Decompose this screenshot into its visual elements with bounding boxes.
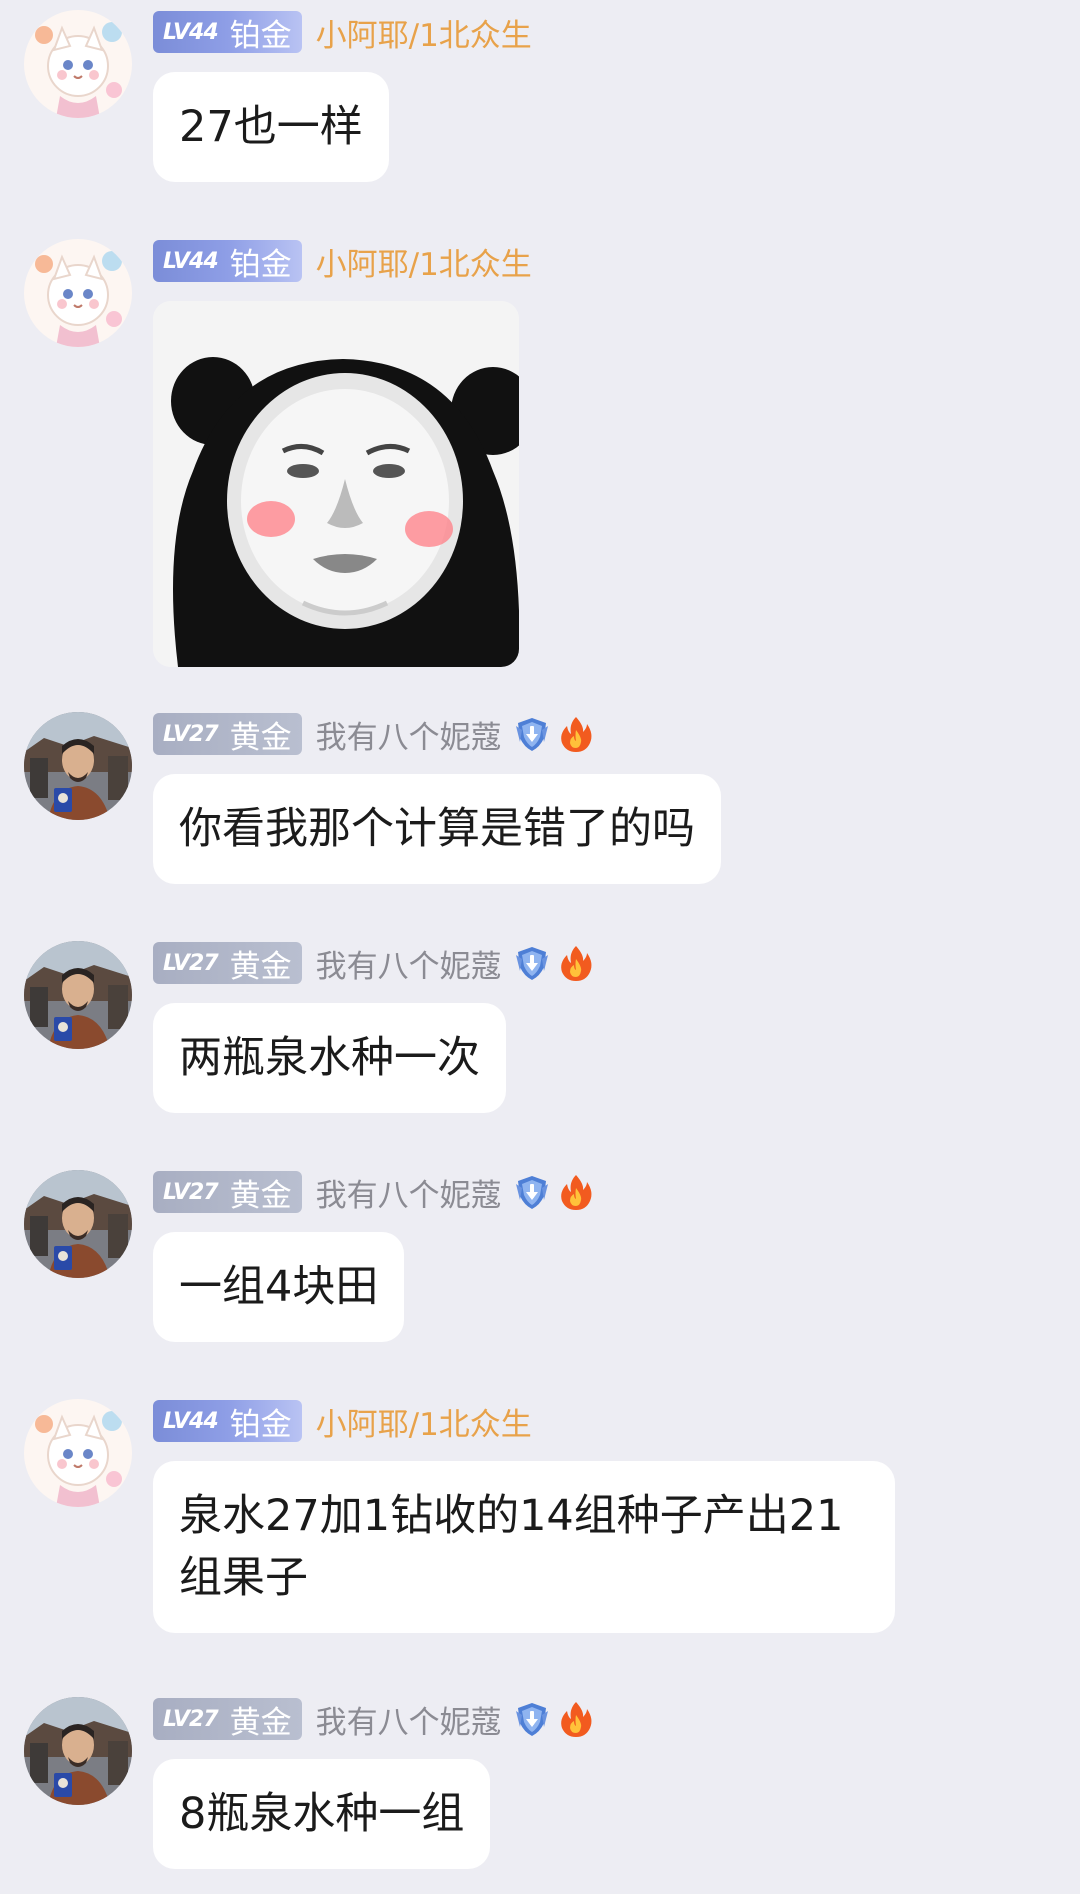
sender-info: LV44 铂金 小阿耶/1北众生	[153, 239, 532, 283]
rank-text: 黄金	[229, 1177, 292, 1214]
level-badge: LV27 黄金	[153, 1698, 302, 1741]
level-text: LV44	[163, 1408, 219, 1434]
man-portrait-avatar-icon	[24, 1697, 132, 1805]
rank-text: 黄金	[229, 1704, 292, 1741]
man-portrait-avatar-icon	[24, 712, 132, 820]
message-bubble[interactable]: 27也一样	[153, 72, 389, 182]
man-portrait-avatar-icon	[24, 941, 132, 1049]
level-text: LV27	[163, 1179, 219, 1205]
avatar[interactable]	[24, 712, 132, 820]
level-text: LV27	[163, 950, 219, 976]
fire-icon	[556, 943, 596, 983]
sender-nickname[interactable]: 我有八个妮蔻	[316, 712, 502, 757]
shield-badge-icon	[512, 943, 552, 983]
sender-info: LV44 铂金 小阿耶/1北众生	[153, 10, 532, 54]
chat-screen: { "users": { "a": { "level": "LV44", "ra…	[0, 0, 1080, 1894]
avatar[interactable]	[24, 1399, 132, 1507]
sender-nickname[interactable]: 小阿耶/1北众生	[316, 10, 532, 55]
anime-cat-girl-avatar-icon	[24, 239, 132, 347]
panda-face-icon	[153, 301, 519, 667]
sender-nickname[interactable]: 我有八个妮蔻	[316, 941, 502, 986]
panda-face-sticker[interactable]	[153, 301, 519, 667]
level-badge: LV44 铂金	[153, 240, 302, 283]
fire-icon	[556, 1172, 596, 1212]
avatar[interactable]	[24, 941, 132, 1049]
level-text: LV27	[163, 721, 219, 747]
sender-info: LV27 黄金 我有八个妮蔻	[153, 712, 596, 756]
man-portrait-avatar-icon	[24, 1170, 132, 1278]
level-text: LV44	[163, 19, 219, 45]
message-bubble[interactable]: 8瓶泉水种一组	[153, 1759, 491, 1869]
level-text: LV27	[163, 1706, 219, 1732]
anime-cat-girl-avatar-icon	[24, 1399, 132, 1507]
message-bubble[interactable]: 两瓶泉水种一次	[153, 1003, 506, 1113]
message-bubble[interactable]: 一组4块田	[153, 1232, 405, 1342]
level-badge: LV44 铂金	[153, 11, 302, 54]
rank-text: 黄金	[229, 719, 292, 756]
avatar[interactable]	[24, 1170, 132, 1278]
sender-nickname[interactable]: 小阿耶/1北众生	[316, 1399, 532, 1444]
rank-text: 黄金	[229, 948, 292, 985]
avatar[interactable]	[24, 1697, 132, 1805]
level-badge: LV27 黄金	[153, 942, 302, 985]
level-badge: LV44 铂金	[153, 1400, 302, 1443]
sender-info: LV27 黄金 我有八个妮蔻	[153, 1697, 596, 1741]
avatar[interactable]	[24, 10, 132, 118]
anime-cat-girl-avatar-icon	[24, 10, 132, 118]
rank-text: 铂金	[229, 246, 292, 283]
sender-info: LV27 黄金 我有八个妮蔻	[153, 941, 596, 985]
sender-info: LV27 黄金 我有八个妮蔻	[153, 1170, 596, 1214]
rank-text: 铂金	[229, 1406, 292, 1443]
sender-info: LV44 铂金 小阿耶/1北众生	[153, 1399, 532, 1443]
level-text: LV44	[163, 248, 219, 274]
rank-text: 铂金	[229, 17, 292, 54]
message-bubble[interactable]: 你看我那个计算是错了的吗	[153, 774, 721, 884]
fire-icon	[556, 714, 596, 754]
message-bubble[interactable]: 泉水27加1钻收的14组种子产出21组果子	[153, 1461, 895, 1633]
sender-nickname[interactable]: 我有八个妮蔻	[316, 1170, 502, 1215]
sender-nickname[interactable]: 小阿耶/1北众生	[316, 239, 532, 284]
fire-icon	[556, 1699, 596, 1739]
shield-badge-icon	[512, 1699, 552, 1739]
shield-badge-icon	[512, 1172, 552, 1212]
level-badge: LV27 黄金	[153, 713, 302, 756]
avatar[interactable]	[24, 239, 132, 347]
level-badge: LV27 黄金	[153, 1171, 302, 1214]
shield-badge-icon	[512, 714, 552, 754]
sender-nickname[interactable]: 我有八个妮蔻	[316, 1697, 502, 1742]
